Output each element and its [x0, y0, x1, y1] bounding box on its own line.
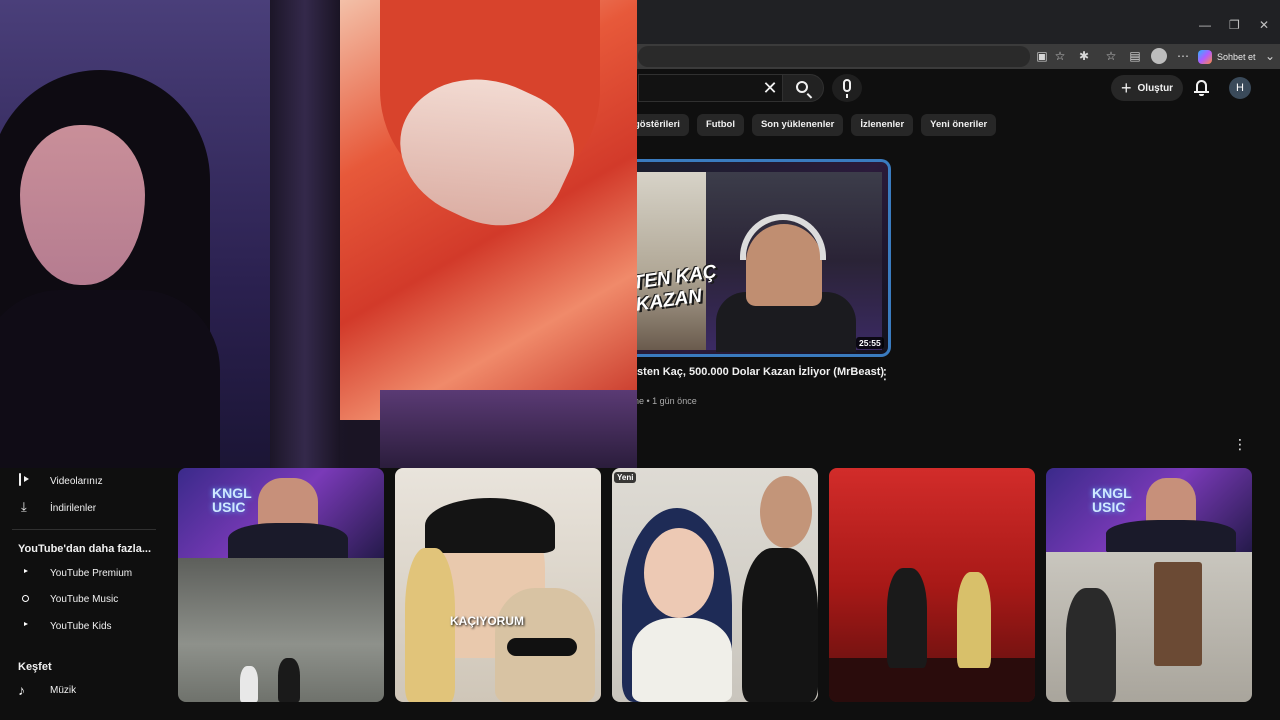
sidebar-heading-more: YouTube'dan daha fazla... [18, 543, 151, 555]
section-more-icon[interactable]: ⋮ [1233, 437, 1247, 451]
chip-gosterileri[interactable]: göstērileri [630, 114, 689, 136]
sidebar-item-videolariniz[interactable]: Videolarınız [18, 473, 103, 488]
chip-son-yuklenenler[interactable]: Son yüklenenler [751, 114, 844, 136]
profile-avatar-icon[interactable] [1151, 48, 1167, 64]
short-2-caption: KAÇIYORUM [450, 614, 524, 628]
short-thumbnail-3[interactable] [612, 468, 818, 702]
menu-chevron-icon[interactable]: ⌄ [1262, 48, 1278, 64]
create-label: Oluştur [1137, 82, 1174, 94]
music-note-icon: ♪ [18, 682, 25, 698]
search-icon [796, 81, 808, 93]
copilot-button[interactable]: Sohbet et [1198, 47, 1256, 66]
account-avatar[interactable]: H [1229, 77, 1251, 99]
video-more-icon[interactable]: ⋮ [878, 367, 892, 381]
extensions-icon[interactable]: ✱ [1076, 48, 1092, 64]
sidebar: Videolarınız ⤓ İndirilenler YouTube'dan … [0, 468, 170, 702]
notifications-bell-icon[interactable] [1193, 79, 1210, 96]
sidebar-item-indirilenler[interactable]: ⤓ İndirilenler [18, 499, 96, 515]
short-thumbnail-5[interactable]: KNGL USIC [1046, 468, 1252, 702]
webcam-overlay [0, 0, 637, 468]
close-button[interactable]: ✕ [1259, 18, 1269, 32]
video-duration: 25:55 [856, 337, 884, 349]
filter-chips: göstērileri Futbol Son yüklenenler İzlen… [630, 114, 997, 136]
short-thumbnail-4[interactable] [829, 468, 1035, 702]
sidebar-item-youtube-music[interactable]: YouTube Music [18, 592, 118, 606]
copilot-label: Sohbet et [1217, 51, 1256, 62]
video-meta: ne • 1 gün önce [634, 396, 697, 406]
video-icon [19, 473, 21, 486]
sidebar-item-muzik[interactable]: ♪ Müzik [18, 683, 76, 697]
download-icon: ⤓ [21, 499, 27, 514]
short-1-neon-sign: KNGL USIC [212, 485, 252, 515]
plus-icon: + [1121, 78, 1132, 98]
short-thumbnail-2[interactable]: KAÇIYORUM [395, 468, 601, 702]
minimize-button[interactable]: — [1199, 18, 1211, 32]
address-bar[interactable] [638, 46, 1030, 67]
short-5-neon-sign: KNGL USIC [1092, 485, 1132, 515]
chip-yeni-oneriler[interactable]: Yeni öneriler [921, 114, 997, 136]
favorites-icon[interactable]: ☆ [1103, 48, 1119, 64]
more-icon[interactable]: ⋯ [1175, 48, 1191, 64]
video-title[interactable]: isten Kaç, 500.000 Dolar Kazan İzliyor (… [634, 366, 884, 378]
sidebar-heading-kesfet: Keşfet [18, 661, 52, 673]
create-button[interactable]: + Oluştur [1111, 75, 1183, 101]
favorite-star-icon[interactable]: ☆ [1052, 48, 1068, 64]
voice-search-button[interactable] [832, 74, 862, 102]
short-thumbnail-1[interactable]: KNGL USIC [178, 468, 384, 702]
restore-button[interactable]: ❐ [1229, 18, 1240, 32]
chip-izlenenler[interactable]: İzlenenler [851, 114, 914, 136]
new-badge: Yeni [614, 472, 637, 483]
copilot-icon [1198, 49, 1212, 64]
sidebar-item-youtube-premium[interactable]: YouTube Premium [18, 566, 132, 580]
video-thumbnail[interactable]: TEN KAÇ KAZAN [634, 159, 891, 357]
sidebar-item-youtube-kids[interactable]: YouTube Kids [18, 619, 112, 633]
split-screen-icon[interactable]: ▣ [1034, 48, 1050, 64]
clear-search-icon[interactable]: ✕ [760, 78, 780, 98]
chip-futbol[interactable]: Futbol [696, 114, 744, 136]
collections-icon[interactable]: ▤ [1127, 48, 1143, 64]
sidebar-divider [12, 529, 156, 530]
microphone-icon [843, 79, 851, 98]
search-button[interactable] [782, 74, 824, 102]
